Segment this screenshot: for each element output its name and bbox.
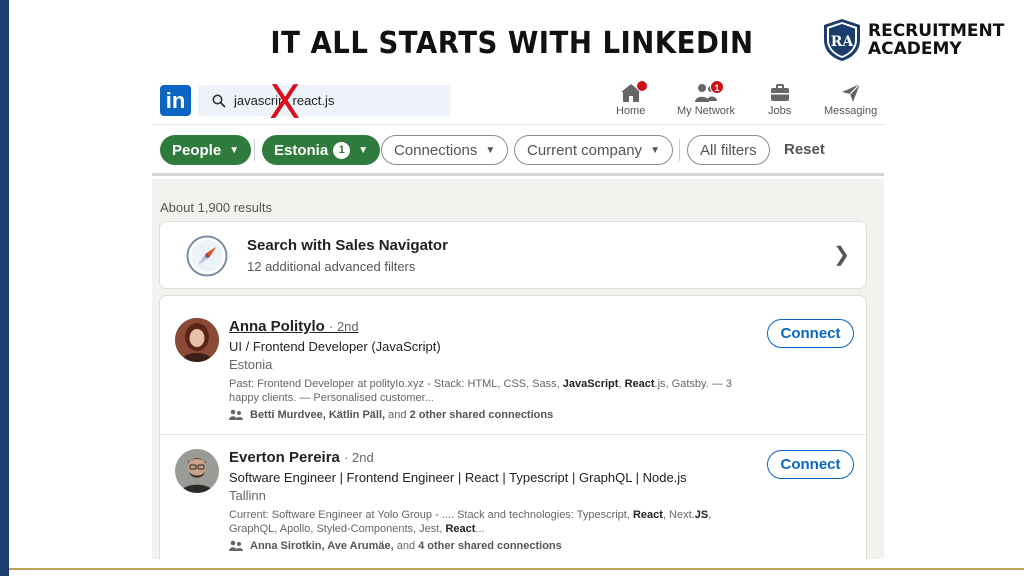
filter-count-badge: 1 — [333, 141, 351, 159]
avatar[interactable] — [175, 318, 219, 362]
caret-down-icon: ▼ — [358, 144, 369, 156]
snippet-highlight: React — [632, 509, 663, 521]
sales-navigator-title: Search with Sales Navigator — [247, 237, 448, 254]
avatar-portrait-icon — [175, 318, 219, 362]
snippet-highlight: JS — [694, 509, 709, 521]
filter-separator — [679, 139, 680, 161]
connect-button[interactable]: Connect — [767, 319, 854, 348]
compass-icon — [186, 235, 228, 277]
caret-down-icon: ▼ — [229, 144, 240, 156]
filter-people[interactable]: People ▼ — [160, 135, 252, 165]
avatar[interactable] — [175, 449, 219, 493]
person-name: Anna Politylo — [229, 318, 325, 335]
chevron-right-icon: ❯ — [833, 244, 850, 266]
connection-degree: · 2nd — [329, 319, 359, 334]
filter-location-estonia[interactable]: Estonia 1 ▼ — [262, 135, 381, 165]
brand-initials: RA — [831, 34, 855, 50]
network-badge: 1 — [710, 80, 724, 94]
snippet-highlight: JavaScript — [562, 378, 619, 390]
snippet-text: Current: Software Engineer at Yolo Group… — [229, 509, 633, 521]
filter-current-company[interactable]: Current company ▼ — [514, 135, 673, 165]
person-name-link[interactable]: Anna Politylo · 2nd — [229, 318, 359, 335]
linkedin-top-nav: in javascript react.js X Home 1 My Netwo… — [152, 75, 884, 125]
shield-logo-icon: RA — [824, 19, 860, 61]
person-headline: Software Engineer | Frontend Engineer | … — [229, 470, 687, 485]
nav-home-label: Home — [616, 105, 646, 117]
sales-navigator-card[interactable]: Search with Sales Navigator 12 additiona… — [159, 221, 867, 289]
snippet-highlight: React — [445, 523, 476, 535]
caret-down-icon: ▼ — [650, 144, 660, 156]
snippet-text: ... — [475, 523, 485, 535]
snippet-highlight: React — [624, 378, 655, 390]
brand-line-1: RECRUITMENT — [868, 21, 1005, 41]
snippet-text: Past: Frontend Developer at polityIo.xyz… — [229, 378, 563, 390]
person-name: Everton Pereira — [229, 449, 340, 466]
shared-connections-icon — [229, 540, 243, 551]
filter-estonia-label: Estonia — [274, 141, 329, 159]
person-snippet: Current: Software Engineer at Yolo Group… — [229, 508, 749, 536]
reset-filters-button[interactable]: Reset — [784, 141, 825, 158]
caret-down-icon: ▼ — [485, 144, 496, 156]
search-results-area: About 1,900 results Search with Sales Na… — [152, 179, 884, 559]
connect-button[interactable]: Connect — [767, 450, 854, 479]
search-bar[interactable]: javascript react.js — [198, 85, 451, 116]
snippet-text: , Next. — [662, 509, 695, 521]
nav-my-network-label: My Network — [677, 105, 736, 117]
nav-messaging-label: Messaging — [824, 105, 878, 117]
filter-current-company-label: Current company — [527, 141, 643, 159]
nav-home[interactable]: Home — [616, 80, 648, 117]
person-snippet: Past: Frontend Developer at polityIo.xyz… — [229, 377, 749, 405]
shared-connections[interactable]: Betti Murdvee, Kätlin Päll, and 2 other … — [229, 409, 553, 421]
shared-connections[interactable]: Anna Sirotkin, Ave Arumäe, and 4 other s… — [229, 540, 562, 552]
person-result: Everton Pereira · 2nd Software Engineer … — [160, 435, 868, 559]
person-headline: UI / Frontend Developer (JavaScript) — [229, 339, 441, 354]
person-name-link[interactable]: Everton Pereira · 2nd — [229, 449, 374, 466]
search-icon — [212, 94, 226, 108]
person-location: Estonia — [229, 357, 273, 372]
search-filters-bar: People ▼ Estonia 1 ▼ Connections ▼ Curre… — [152, 126, 884, 176]
shared-connection-more: 4 other shared connections — [418, 540, 562, 552]
person-location: Tallinn — [229, 488, 266, 503]
filter-connections[interactable]: Connections ▼ — [381, 135, 509, 165]
presentation-slide: IT ALL STARTS WITH LINKEDIN RA RECRUITME… — [0, 0, 1024, 576]
linkedin-logo-icon[interactable]: in — [160, 85, 191, 116]
brand-line-2: ACADEMY — [868, 39, 962, 59]
filter-separator — [254, 139, 255, 161]
avatar-portrait-icon — [175, 449, 219, 493]
all-filters-label: All filters — [700, 141, 757, 159]
connection-degree: · 2nd — [344, 450, 374, 465]
slide-bottom-rule — [9, 568, 1024, 570]
slide-left-accent-bar — [0, 0, 9, 576]
red-x-annotation: X — [269, 75, 301, 129]
people-results-card: Anna Politylo · 2nd UI / Frontend Develo… — [159, 295, 868, 559]
shared-connector: and — [385, 409, 410, 421]
recruitment-academy-logo: RA RECRUITMENT ACADEMY — [822, 18, 1004, 62]
messaging-icon — [841, 83, 861, 102]
shared-connection-more: 2 other shared connections — [409, 409, 554, 421]
shared-connections-icon — [229, 409, 243, 420]
person-result: Anna Politylo · 2nd UI / Frontend Develo… — [160, 296, 868, 434]
all-filters-button[interactable]: All filters — [687, 135, 770, 165]
nav-my-network[interactable]: 1 My Network — [677, 80, 736, 117]
filter-people-label: People — [172, 141, 222, 159]
linkedin-screenshot: in javascript react.js X Home 1 My Netwo… — [152, 75, 884, 559]
shared-connector: and — [393, 540, 419, 552]
results-count: About 1,900 results — [160, 200, 273, 215]
briefcase-icon — [770, 84, 789, 101]
filter-connections-label: Connections — [394, 141, 478, 159]
nav-jobs-label: Jobs — [768, 105, 792, 117]
shared-connection-names: Betti Murdvee, Kätlin Päll, — [250, 409, 386, 421]
nav-jobs[interactable]: Jobs — [768, 81, 791, 117]
notification-dot — [636, 80, 648, 92]
shared-connection-names: Anna Sirotkin, Ave Arumäe, — [250, 540, 394, 552]
nav-messaging[interactable]: Messaging — [824, 81, 877, 117]
sales-navigator-subtitle: 12 additional advanced filters — [247, 259, 416, 274]
